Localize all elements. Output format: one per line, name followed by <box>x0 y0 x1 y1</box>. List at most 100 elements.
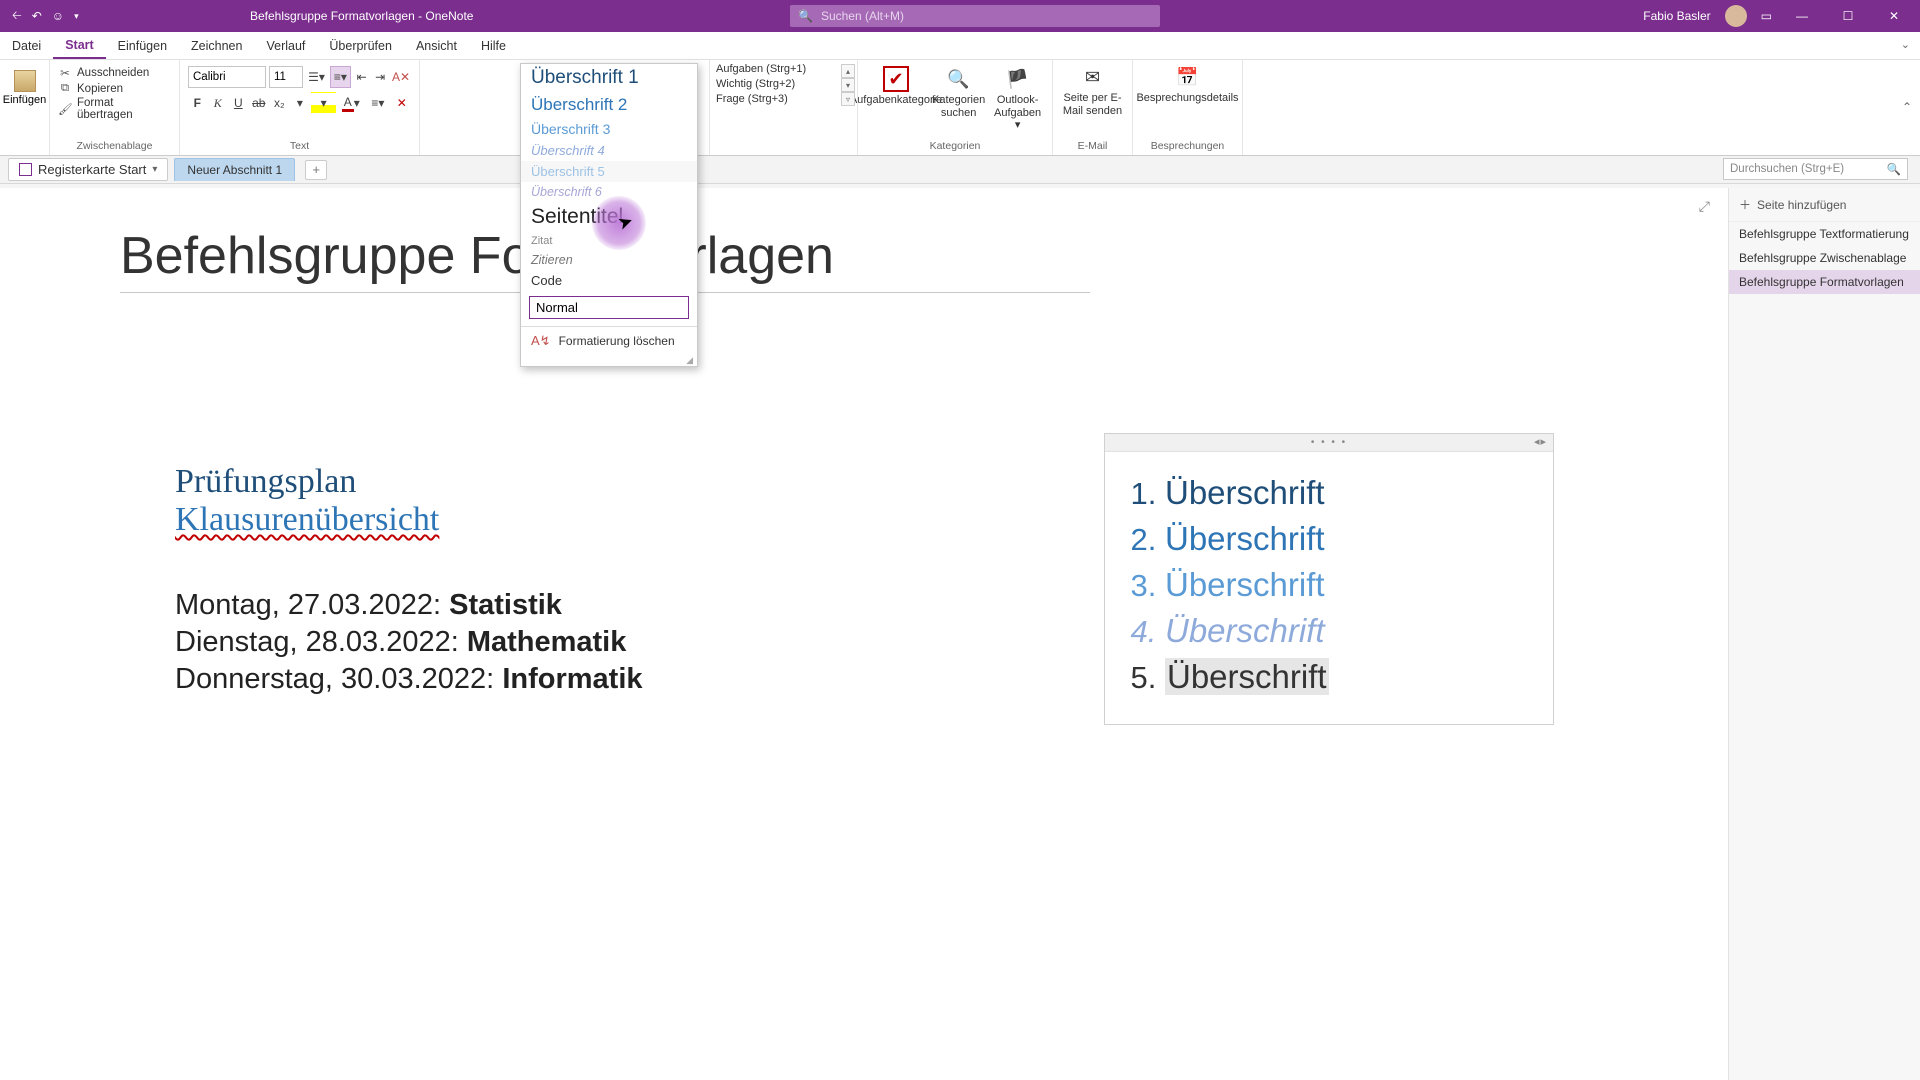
style-heading4[interactable]: Überschrift 4 <box>521 140 697 161</box>
text-group-label: Text <box>188 140 411 155</box>
style-heading1[interactable]: Überschrift 1 <box>521 64 697 92</box>
email-group-label: E-Mail <box>1061 140 1124 155</box>
note1-line2[interactable]: Klausurenübersicht <box>175 501 643 539</box>
highlight-button[interactable]: ▾ <box>311 92 336 114</box>
list-item[interactable]: Überschrift <box>1165 562 1523 608</box>
note-handle[interactable]: • • • • ◂▸ <box>1105 434 1553 452</box>
menu-ansicht[interactable]: Ansicht <box>404 32 469 59</box>
search-icon: 🔍 <box>798 9 813 23</box>
style-heading6[interactable]: Überschrift 6 <box>521 182 697 202</box>
tag-tasks[interactable]: Aufgaben (Strg+1) <box>714 62 853 76</box>
menu-datei[interactable]: Datei <box>0 32 53 59</box>
list-item[interactable]: Überschrift <box>1165 516 1523 562</box>
page-search-input[interactable]: Durchsuchen (Strg+E) 🔍 <box>1723 158 1908 180</box>
style-quote[interactable]: Zitat <box>521 232 697 250</box>
subscript-button[interactable]: x₂ <box>270 92 289 114</box>
menu-verlauf[interactable]: Verlauf <box>254 32 317 59</box>
task-category-button[interactable]: ✔Aufgabenkategorie <box>866 66 926 132</box>
meeting-details-button[interactable]: 📅Besprechungsdetails <box>1141 64 1234 105</box>
bold-button[interactable]: F <box>188 92 207 114</box>
user-name[interactable]: Fabio Basler <box>1643 9 1710 23</box>
page-list-item[interactable]: Befehlsgruppe Textformatierung <box>1729 222 1920 246</box>
scissors-icon: ✂ <box>58 66 72 80</box>
page-canvas[interactable]: ⤢ Befehlsgruppe Formatvorlagen Prüfungsp… <box>0 188 1920 1080</box>
close-button[interactable]: ✕ <box>1878 9 1910 23</box>
search-placeholder: Suchen (Alt+M) <box>821 9 904 23</box>
style-heading5[interactable]: Überschrift 5 <box>521 161 697 182</box>
copy-button[interactable]: ⧉Kopieren <box>58 82 171 95</box>
menu-ueberpruefen[interactable]: Überprüfen <box>317 32 404 59</box>
list-item[interactable]: Überschrift <box>1165 608 1523 654</box>
clear-formatting-button[interactable]: A↯Formatierung löschen <box>521 327 697 355</box>
style-page-title[interactable]: Seitentitel <box>521 202 697 232</box>
avatar[interactable] <box>1725 5 1747 27</box>
outdent-button[interactable]: ⇤ <box>354 66 370 88</box>
style-heading3[interactable]: Überschrift 3 <box>521 118 697 140</box>
outlook-tasks-button[interactable]: 🏴Outlook-Aufgaben ▾ <box>991 66 1044 132</box>
underline-button[interactable]: U <box>229 92 248 114</box>
bullets-button[interactable]: ☰▾ <box>306 66 327 88</box>
flag-icon: 🏴 <box>1005 66 1031 92</box>
style-cite[interactable]: Zitieren <box>521 250 697 270</box>
paste-icon[interactable] <box>14 70 36 92</box>
back-icon[interactable]: 🡠 <box>12 6 22 27</box>
strike-button[interactable]: ab <box>250 92 269 114</box>
maximize-button[interactable]: ☐ <box>1832 9 1864 23</box>
clear-format-button[interactable]: A✕ <box>391 66 411 88</box>
section-tabs-row: Registerkarte Start ▾ Neuer Abschnitt 1 … <box>0 156 1920 184</box>
tag-important[interactable]: Wichtig (Strg+2) <box>714 77 853 91</box>
font-color-button[interactable]: A▾ <box>338 92 363 114</box>
note1-line5[interactable]: Donnerstag, 30.03.2022: Informatik <box>175 663 643 696</box>
minimize-button[interactable]: — <box>1786 9 1818 23</box>
font-size-select[interactable] <box>269 66 303 88</box>
find-categories-button[interactable]: 🔍Kategorien suchen <box>932 66 985 132</box>
title-bar: 🡠 ↶ ☺ ▾ Befehlsgruppe Formatvorlagen - O… <box>0 0 1920 32</box>
cut-button[interactable]: ✂Ausschneiden <box>58 66 171 80</box>
note-nav-icon[interactable]: ◂▸ <box>1534 435 1547 448</box>
style-code[interactable]: Code <box>521 270 697 291</box>
style-heading2[interactable]: Überschrift 2 <box>521 92 697 118</box>
ribbon-options-icon[interactable]: ⌄ <box>1901 38 1910 51</box>
send-email-button[interactable]: ✉Seite per E-Mail senden <box>1061 64 1124 117</box>
indent-button[interactable]: ⇥ <box>372 66 388 88</box>
note1-line3[interactable]: Montag, 27.03.2022: Statistik <box>175 589 643 622</box>
style-normal[interactable]: Normal <box>529 296 689 319</box>
note1-line4[interactable]: Dienstag, 28.03.2022: Mathematik <box>175 626 643 659</box>
note1-line1[interactable]: Prüfungsplan <box>175 463 643 501</box>
numbering-button[interactable]: ≡▾ <box>330 66 351 88</box>
delete-button[interactable]: ✕ <box>392 92 411 114</box>
list-item[interactable]: Überschrift <box>1165 654 1523 700</box>
menu-zeichnen[interactable]: Zeichnen <box>179 32 254 59</box>
italic-button[interactable]: K <box>209 92 228 114</box>
align-button[interactable]: ≡▾ <box>365 92 390 114</box>
tag-question[interactable]: Frage (Strg+3) <box>714 92 853 106</box>
tags-scroll[interactable]: ▴▾▿ <box>841 64 855 106</box>
menu-start[interactable]: Start <box>53 32 105 59</box>
font-name-select[interactable] <box>188 66 266 88</box>
add-page-button[interactable]: ＋Seite hinzufügen <box>1729 188 1920 222</box>
format-painter-button[interactable]: 🖌Format übertragen <box>58 97 171 121</box>
notebook-selector[interactable]: Registerkarte Start ▾ <box>8 158 168 181</box>
list-item[interactable]: Überschrift <box>1165 470 1523 516</box>
note-container-1[interactable]: Prüfungsplan Klausurenübersicht Montag, … <box>175 463 643 696</box>
resize-grip-icon[interactable]: ◢ <box>521 355 697 366</box>
page-list-item[interactable]: Befehlsgruppe Formatvorlagen <box>1729 270 1920 294</box>
expand-icon[interactable]: ⤢ <box>1699 198 1710 215</box>
paste-label[interactable]: Einfügen <box>3 94 46 106</box>
note-container-2[interactable]: • • • • ◂▸ Überschrift Überschrift Übers… <box>1104 433 1554 725</box>
ribbon-group-paste: Einfügen <box>0 60 50 155</box>
add-section-button[interactable]: + <box>305 160 327 180</box>
search-box[interactable]: 🔍 Suchen (Alt+M) <box>790 5 1160 27</box>
undo-icon[interactable]: ↶ <box>32 9 42 23</box>
superscript-button[interactable]: ▾ <box>291 92 310 114</box>
menu-hilfe[interactable]: Hilfe <box>469 32 518 59</box>
page-list-item[interactable]: Befehlsgruppe Zwischenablage <box>1729 246 1920 270</box>
emoji-icon[interactable]: ☺ <box>52 9 64 23</box>
collapse-ribbon-icon[interactable]: ⌃ <box>1902 100 1912 114</box>
qat-more-icon[interactable]: ▾ <box>74 11 79 22</box>
copy-icon: ⧉ <box>58 82 72 95</box>
section-tab[interactable]: Neuer Abschnitt 1 <box>174 158 295 181</box>
menu-einfuegen[interactable]: Einfügen <box>106 32 179 59</box>
ribbon-group-text: ☰▾ ≡▾ ⇤ ⇥ A✕ F K U ab x₂ ▾ ▾ A▾ ≡▾ ✕ Tex… <box>180 60 420 155</box>
present-icon[interactable]: ▭ <box>1761 9 1772 23</box>
